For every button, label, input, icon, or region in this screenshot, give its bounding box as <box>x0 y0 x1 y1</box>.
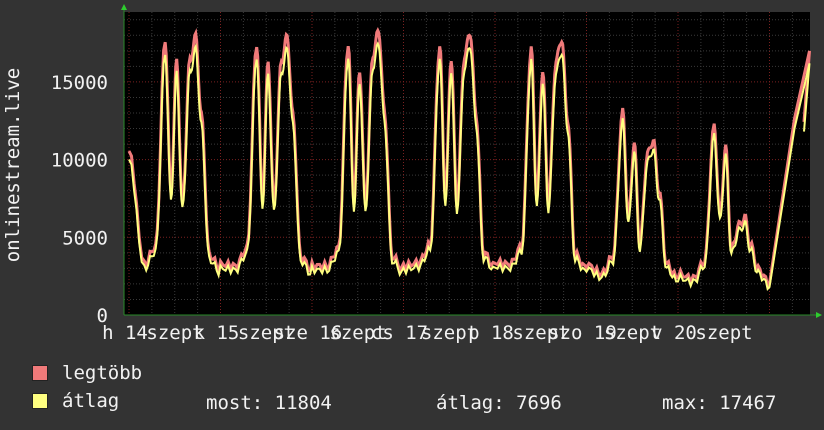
x-tick-day: cs 17 <box>371 322 428 344</box>
x-tick-month: szept <box>695 322 752 344</box>
x-tick-day: v 20 <box>651 322 697 344</box>
x-axis-ticks: h 14szeptk 15szeptsze 16szeptcs 17szeptp… <box>102 322 752 344</box>
y-axis-label: onlinestream.live <box>2 68 24 262</box>
y-axis-ticks: 050001000015000 <box>51 72 108 327</box>
x-tick-day: p 18 <box>468 322 514 344</box>
legend-swatch-max <box>32 365 48 381</box>
stat-avg: átlag: 7696 <box>436 392 562 414</box>
y-axis-arrow <box>121 4 127 10</box>
y-tick-label: 5000 <box>62 227 108 249</box>
y-tick-label: 15000 <box>51 72 108 94</box>
y-tick-label: 10000 <box>51 150 108 172</box>
legend-swatch-avg <box>32 393 48 409</box>
legend-item-avg: átlag <box>32 390 119 412</box>
x-tick-day: h 14 <box>102 322 148 344</box>
legend-item-max: legtöbb <box>32 362 142 384</box>
stat-max: max: 17467 <box>662 392 777 414</box>
legend-label-max: legtöbb <box>62 362 143 384</box>
legend-label-avg: átlag <box>62 390 120 412</box>
x-axis-arrow <box>816 312 822 318</box>
chart-area: 050001000015000 h 14szeptk 15szeptsze 16… <box>2 4 822 344</box>
stat-now: most: 11804 <box>206 392 332 414</box>
x-tick-day: k 15 <box>194 322 240 344</box>
